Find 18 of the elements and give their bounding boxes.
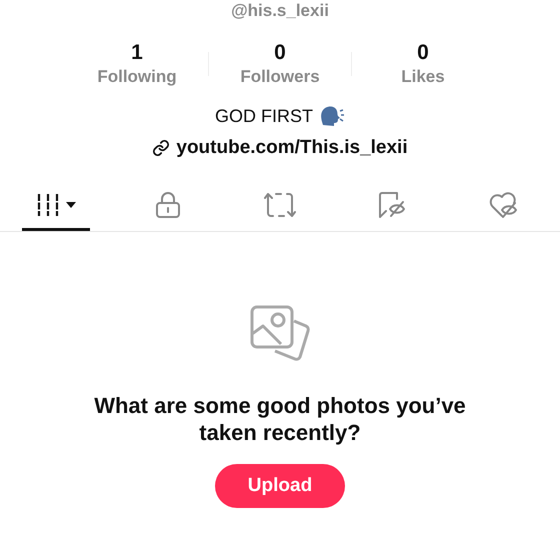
stat-count: 0	[274, 41, 286, 65]
stat-label: Followers	[240, 67, 320, 87]
username: @his.s_lexii	[231, 1, 329, 22]
upload-button[interactable]: Upload	[215, 464, 345, 508]
grid-icon	[35, 192, 77, 218]
stat-count: 1	[131, 41, 143, 65]
empty-state-heading: What are some good photos you’ve taken recently?	[93, 392, 467, 446]
repost-icon	[264, 190, 296, 218]
link-icon	[152, 139, 170, 157]
stat-count: 0	[417, 41, 429, 65]
stat-label: Likes	[401, 67, 445, 87]
speaking-head-icon	[319, 105, 345, 127]
hidden-heart-icon	[488, 190, 520, 218]
profile-link[interactable]: youtube.com/This.is_lexii	[152, 137, 408, 159]
lock-icon	[155, 190, 181, 218]
bio-text: GOD FIRST	[215, 106, 313, 126]
stat-label: Following	[97, 67, 177, 87]
hidden-bookmark-icon	[377, 190, 407, 218]
